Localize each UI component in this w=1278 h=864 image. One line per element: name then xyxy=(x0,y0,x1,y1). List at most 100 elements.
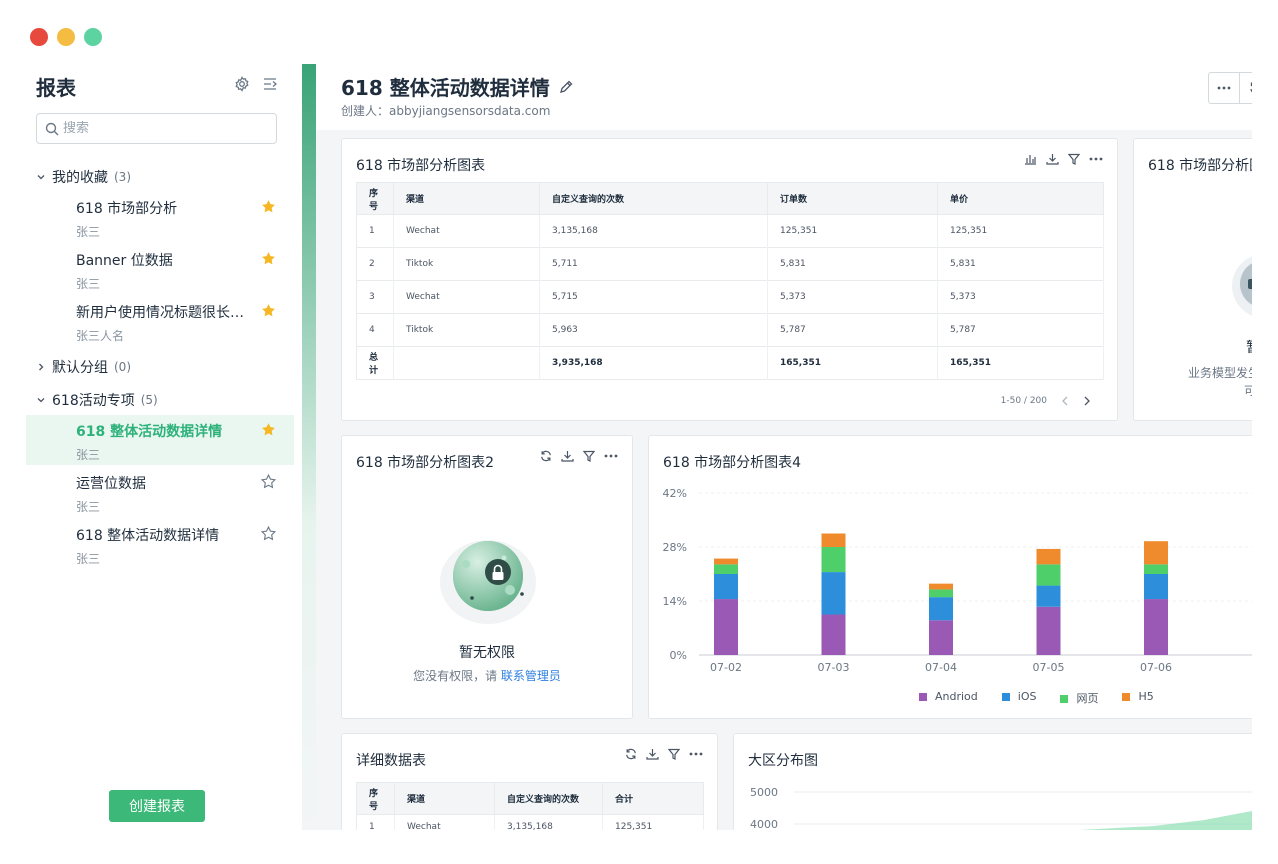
bar-segment[interactable] xyxy=(929,583,953,590)
bar-segment[interactable] xyxy=(714,558,738,565)
table-row: 4 Tiktok 5,963 5,787 5,787 xyxy=(356,313,1104,347)
bar-segment[interactable] xyxy=(1036,564,1061,586)
report-item[interactable]: 618 整体活动数据详情 张三 xyxy=(26,519,294,569)
report-item-owner: 张三 xyxy=(76,277,101,291)
legend-item[interactable]: iOS xyxy=(1001,690,1036,706)
table-cell: 5,373 xyxy=(937,280,1104,314)
x-tick-label: 07-05 xyxy=(1033,661,1065,674)
filter-icon[interactable] xyxy=(1068,153,1080,165)
card-tools xyxy=(625,748,703,760)
bar-segment[interactable] xyxy=(1144,564,1168,574)
bar-segment[interactable] xyxy=(714,599,738,655)
more-actions-button[interactable] xyxy=(1208,72,1240,104)
column-header[interactable]: 订单数 xyxy=(767,182,938,215)
table-row: 3 Wechat 5,715 5,373 5,373 xyxy=(356,280,1104,314)
bar-segment[interactable] xyxy=(1144,541,1168,565)
bar-segment[interactable] xyxy=(1036,548,1061,565)
more-horizontal-icon[interactable] xyxy=(689,752,703,756)
dashboard-main: 618 整体活动数据详情 创建人：abbyjiangsensorsdata.co… xyxy=(302,64,1252,830)
table-cell: 125,351 xyxy=(937,214,1104,248)
report-item[interactable]: 运营位数据 张三 xyxy=(26,467,294,517)
contact-admin-link[interactable]: 联系管理员 xyxy=(501,669,561,683)
report-item-name: Banner 位数据 xyxy=(76,253,173,269)
refresh-button[interactable] xyxy=(1240,72,1252,104)
column-header[interactable]: 序号 xyxy=(356,182,394,215)
download-icon[interactable] xyxy=(1046,153,1059,165)
bar-segment[interactable] xyxy=(929,597,953,621)
report-item-active[interactable]: 618 整体活动数据详情 张三 xyxy=(26,415,294,465)
legend-swatch xyxy=(919,693,927,701)
download-icon[interactable] xyxy=(561,450,574,462)
bar-segment[interactable] xyxy=(821,614,846,656)
card-market-analysis-2: 618 市场部分析图表2 暂无权限 您没有权限，请 联系管理员 xyxy=(341,435,633,719)
column-header[interactable]: 自定义查询的次数 xyxy=(539,182,768,215)
table-cell: 5,963 xyxy=(539,313,768,347)
download-icon[interactable] xyxy=(646,748,659,760)
chevron-down-icon xyxy=(37,398,45,403)
card-title: 详细数据表 xyxy=(356,753,426,769)
search-input[interactable] xyxy=(63,121,263,136)
report-item-name: 618 整体活动数据详情 xyxy=(76,528,220,544)
group-label: 我的收藏 xyxy=(52,170,108,186)
bar-segment[interactable] xyxy=(1036,585,1061,607)
legend-item[interactable]: 网页 xyxy=(1060,690,1098,706)
column-header[interactable]: 单价 xyxy=(937,182,1104,215)
sidebar-tools xyxy=(234,76,278,92)
bar-segment[interactable] xyxy=(821,572,846,615)
more-horizontal-icon[interactable] xyxy=(604,454,618,458)
refresh-icon[interactable] xyxy=(625,748,637,760)
table-total-row: 总计 3,935,168 165,351 165,351 xyxy=(356,346,1104,380)
bar-chart-icon[interactable] xyxy=(1024,153,1037,165)
group-label: 618活动专项 xyxy=(52,393,135,409)
create-report-button[interactable]: 创建报表 xyxy=(109,790,205,822)
column-header[interactable]: 自定义查询的次数 xyxy=(494,782,603,815)
report-item[interactable]: 新用户使用情况标题很长很长很长 张三人名 xyxy=(26,296,294,346)
bar-segment[interactable] xyxy=(714,564,738,574)
star-filled-icon[interactable] xyxy=(261,251,276,270)
bar-segment[interactable] xyxy=(929,589,953,598)
star-filled-icon[interactable] xyxy=(261,199,276,218)
column-header[interactable]: 渠道 xyxy=(393,182,540,215)
bar-segment[interactable] xyxy=(1144,599,1168,655)
table-cell: 5,715 xyxy=(539,280,768,314)
minimize-window-button[interactable] xyxy=(57,28,75,46)
legend-item[interactable]: Andriod xyxy=(919,690,978,706)
bar-segment[interactable] xyxy=(821,533,846,548)
chevron-right-icon[interactable] xyxy=(1083,396,1091,406)
column-header[interactable]: 渠道 xyxy=(394,782,495,815)
filter-icon[interactable] xyxy=(583,450,595,462)
group-default[interactable]: 默认分组 (0) xyxy=(36,357,131,377)
star-filled-icon[interactable] xyxy=(261,303,276,322)
legend-item[interactable]: H5 xyxy=(1122,690,1154,706)
bar-segment[interactable] xyxy=(1036,606,1061,655)
bar-segment[interactable] xyxy=(1144,574,1168,600)
table-cell: 125,351 xyxy=(602,814,704,830)
sidebar-title: 报表 xyxy=(36,76,76,100)
bar-segment[interactable] xyxy=(929,620,953,655)
filter-icon[interactable] xyxy=(668,748,680,760)
bar-segment[interactable] xyxy=(821,547,846,573)
data-table: 序号 渠道 自定义查询的次数 订单数 单价 1 Wechat 3,135,168… xyxy=(356,182,1104,380)
column-header[interactable]: 合计 xyxy=(602,782,704,815)
pagination: 1-50 / 200 xyxy=(1001,396,1091,406)
bar-segment[interactable] xyxy=(714,574,738,600)
refresh-icon[interactable] xyxy=(540,450,552,462)
report-item[interactable]: Banner 位数据 张三 xyxy=(26,244,294,294)
star-filled-icon[interactable] xyxy=(261,422,276,441)
report-item[interactable]: 618 市场部分析 张三 xyxy=(26,192,294,242)
star-outline-icon[interactable] xyxy=(260,525,277,545)
group-favorites[interactable]: 我的收藏 (3) xyxy=(36,167,131,187)
more-horizontal-icon[interactable] xyxy=(1089,157,1103,161)
table-cell: 4 xyxy=(356,313,394,347)
search-box[interactable] xyxy=(36,113,277,144)
settings-icon[interactable] xyxy=(234,76,250,92)
star-outline-icon[interactable] xyxy=(260,473,277,493)
close-window-button[interactable] xyxy=(30,28,48,46)
maximize-window-button[interactable] xyxy=(84,28,102,46)
chevron-left-icon[interactable] xyxy=(1061,396,1069,406)
edit-pencil-icon[interactable] xyxy=(558,79,574,95)
page-title: 618 整体活动数据详情 xyxy=(341,72,574,101)
group-618-campaign[interactable]: 618活动专项 (5) xyxy=(36,390,158,410)
collapse-sidebar-icon[interactable] xyxy=(262,76,278,92)
column-header[interactable]: 序号 xyxy=(356,782,395,815)
